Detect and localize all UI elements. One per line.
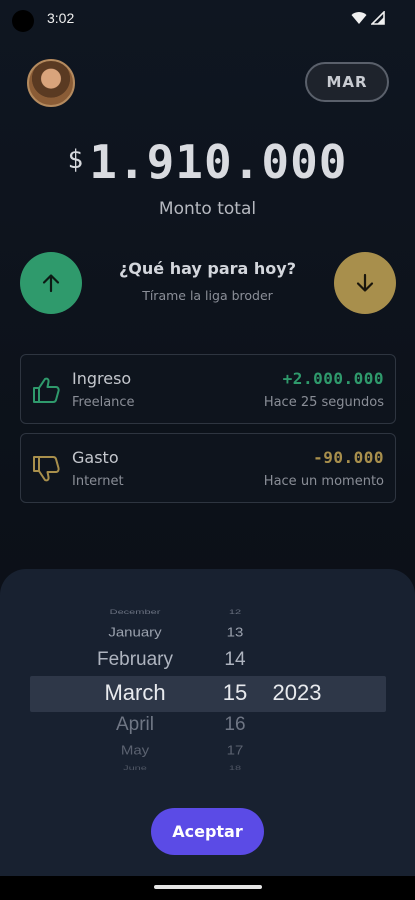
transaction-amount: +2.000.000 (282, 369, 384, 388)
transaction-card[interactable]: Gasto Internet -90.000 Hace un momento (20, 433, 396, 503)
total-amount: 1.910.000 (89, 135, 348, 189)
picker-day-option[interactable]: 13 (205, 625, 265, 639)
picker-day-option[interactable]: 12 (205, 608, 265, 615)
picker-year-selected[interactable]: 2023 (262, 680, 332, 706)
arrow-up-icon (42, 274, 60, 293)
picker-month-option[interactable]: April (60, 714, 210, 736)
picker-day-option[interactable]: 18 (205, 764, 265, 771)
transaction-time: Hace un momento (263, 474, 384, 489)
thumbs-down-icon (33, 456, 60, 482)
transaction-type: Ingreso (72, 369, 132, 388)
arrow-down-icon (356, 273, 374, 292)
picker-day-selected[interactable]: 15 (205, 680, 265, 706)
wifi-icon (351, 12, 367, 24)
thumbs-up-icon (33, 377, 60, 403)
add-income-button[interactable] (20, 252, 82, 314)
prompt-subtitle: Tírame la liga broder (142, 288, 273, 303)
avatar[interactable] (27, 59, 75, 107)
picker-month-option[interactable]: January (60, 625, 210, 639)
status-time: 3:02 (47, 10, 75, 26)
transaction-amount: -90.000 (313, 448, 384, 467)
transaction-category: Freelance (72, 395, 135, 410)
add-expense-button[interactable] (334, 252, 396, 314)
month-selector-button[interactable]: MAR (305, 62, 389, 102)
signal-icon (371, 11, 385, 25)
picker-month-selected[interactable]: March (60, 680, 210, 706)
picker-day-option[interactable]: 16 (205, 714, 265, 736)
picker-month-option[interactable]: May (60, 743, 210, 757)
app-screen: 3:02 MAR $1.910.000 Monto total ¿Qué hay… (0, 0, 415, 900)
transaction-type: Gasto (72, 448, 119, 467)
picker-month-option[interactable]: February (60, 649, 210, 671)
total-amount-label: Monto total (158, 199, 257, 219)
balance-display: $1.910.000 (0, 135, 415, 189)
picker-day-option[interactable]: 14 (205, 649, 265, 671)
transaction-time: Hace 25 segundos (263, 395, 384, 410)
status-bar: 3:02 (0, 0, 415, 36)
status-icons (351, 11, 385, 25)
prompt-title: ¿Qué hay para hoy? (119, 259, 296, 278)
home-indicator[interactable] (154, 885, 262, 889)
transaction-card[interactable]: Ingreso Freelance +2.000.000 Hace 25 seg… (20, 354, 396, 424)
picker-month-option[interactable]: December (60, 608, 210, 615)
accept-button[interactable]: Aceptar (151, 808, 264, 855)
picker-day-option[interactable]: 17 (205, 743, 265, 757)
picker-month-option[interactable]: June (60, 764, 210, 771)
currency-symbol: $ (67, 145, 84, 175)
transaction-category: Internet (72, 474, 124, 489)
camera-cutout (12, 10, 34, 32)
